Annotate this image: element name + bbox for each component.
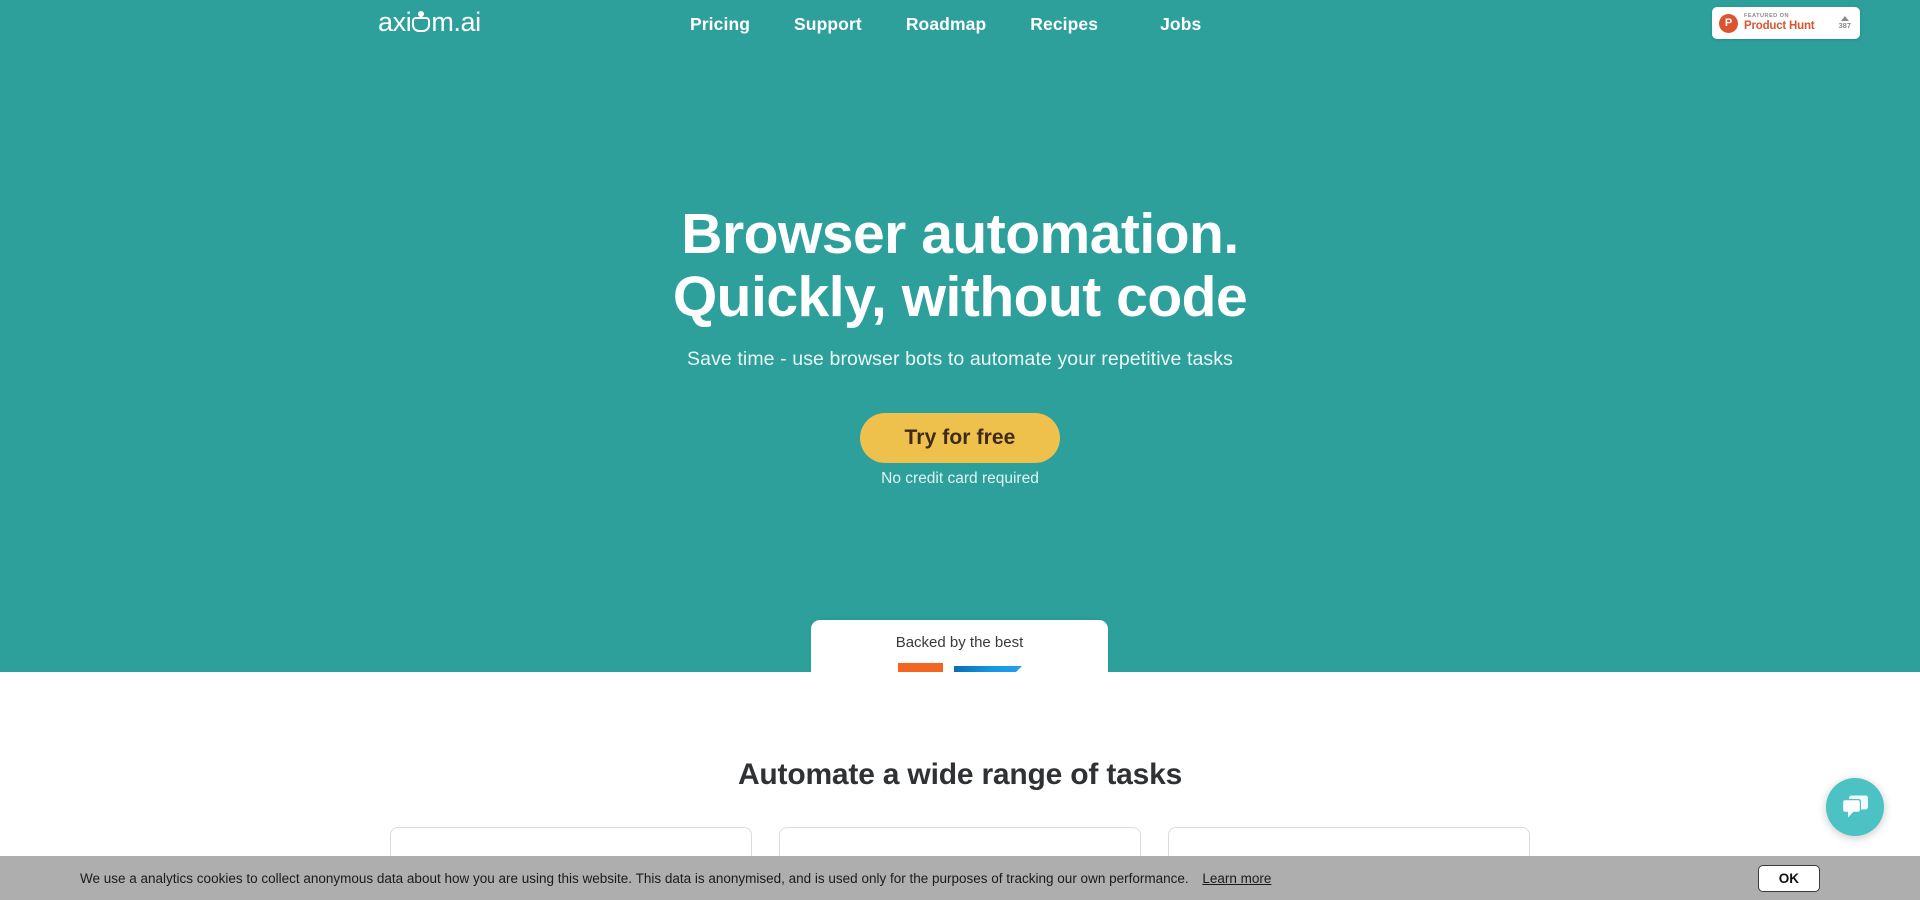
nav-item-jobs[interactable]: Jobs [1160, 14, 1201, 35]
cookie-accept-button[interactable]: OK [1757, 864, 1820, 892]
nav-item-roadmap[interactable]: Roadmap [906, 14, 986, 35]
cta-note: No credit card required [881, 470, 1039, 487]
nav-item-support[interactable]: Support [794, 14, 862, 35]
product-hunt-upvotes: 387 [1838, 16, 1851, 30]
top-navigation: axi m.ai Pricing Support Roadmap Recipes… [0, 0, 1920, 48]
product-hunt-text: FEATURED ON Product Hunt [1744, 12, 1834, 32]
hero-section [0, 0, 1920, 672]
product-hunt-logo-icon: P [1719, 13, 1738, 33]
page-root: axi m.ai Pricing Support Roadmap Recipes… [0, 0, 1920, 900]
product-hunt-logo-letter: P [1724, 16, 1733, 29]
site-logo[interactable]: axi m.ai [378, 2, 481, 42]
product-hunt-badge[interactable]: P FEATURED ON Product Hunt 387 [1712, 7, 1860, 39]
logo-text-left: axi [378, 6, 412, 37]
product-hunt-featured-label: FEATURED ON [1744, 12, 1789, 19]
nav-item-recipes[interactable]: Recipes [1030, 14, 1098, 35]
cookie-banner-text-wrap: We use a analytics cookies to collect an… [80, 871, 1758, 886]
chat-bubbles-icon [1842, 795, 1868, 817]
logo-text-right: m.ai [431, 6, 481, 37]
hero-cta-wrapper: Try for free [0, 413, 1920, 463]
try-for-free-button[interactable]: Try for free [859, 413, 1061, 463]
hero-subheadline: Save time - use browser bots to automate… [687, 348, 1233, 370]
robot-head-icon [412, 10, 431, 32]
product-hunt-name: Product Hunt [1744, 19, 1815, 32]
cookie-learn-more-link[interactable]: Learn more [1202, 871, 1271, 886]
backed-by-title: Backed by the best [895, 634, 1024, 651]
hero-headline-line-2: Quickly, without code [672, 265, 1248, 329]
cookie-consent-banner: We use a analytics cookies to collect an… [0, 856, 1920, 900]
nav-item-pricing[interactable]: Pricing [690, 14, 750, 35]
nav-links: Pricing Support Roadmap Recipes Jobs [690, 0, 1201, 48]
hero-headline-line-1: Browser automation. [681, 202, 1239, 266]
chat-widget-button[interactable] [1826, 778, 1884, 836]
product-hunt-upvote-count: 387 [1838, 21, 1851, 31]
tasks-section-title: Automate a wide range of tasks [737, 758, 1183, 791]
hero-headline: Browser automation. Quickly, without cod… [0, 203, 1920, 329]
cookie-banner-message: We use a analytics cookies to collect an… [80, 870, 1189, 886]
